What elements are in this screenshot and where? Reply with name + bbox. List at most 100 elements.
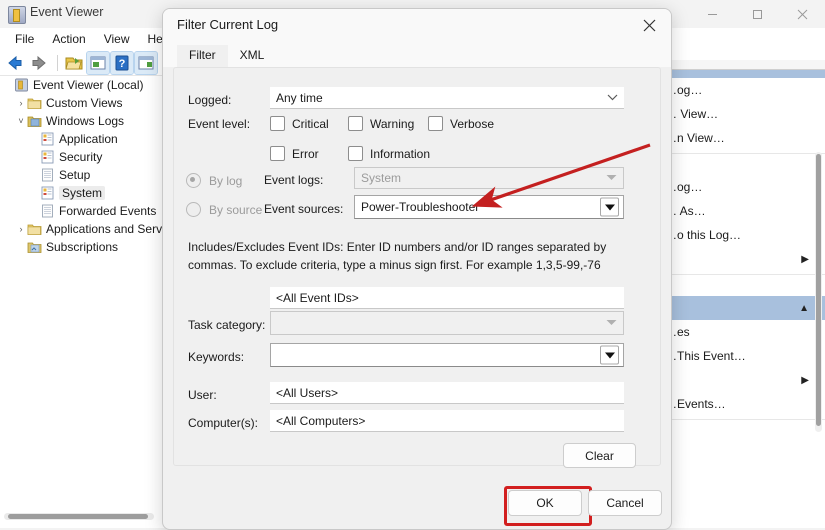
properties-icon[interactable]	[86, 50, 110, 75]
action-item[interactable]: …es	[655, 320, 825, 344]
tree-item-security[interactable]: Security	[0, 148, 168, 166]
action-gap	[655, 423, 825, 441]
tree-item-custom-views[interactable]: › Custom Views	[0, 94, 168, 112]
event-viewer-icon	[14, 78, 29, 92]
action-item[interactable]: … View…	[655, 102, 825, 126]
subscriptions-icon	[27, 240, 42, 254]
menu-item-view[interactable]: View	[95, 30, 139, 48]
action-item[interactable]: …og…	[655, 78, 825, 102]
event-viewer-window: Event Viewer File Action View Help ? Eve…	[0, 0, 825, 530]
checkbox-box	[348, 146, 363, 161]
event-ids-input[interactable]: <All Event IDs>	[270, 287, 624, 309]
task-category-combobox[interactable]	[270, 311, 624, 335]
checkbox-information[interactable]: Information	[348, 146, 430, 161]
dialog-tabs[interactable]: Filter XML	[163, 41, 671, 67]
console-tree[interactable]: Event Viewer (Local) › Custom Views ˅ Window…	[0, 76, 169, 528]
event-viewer-icon	[8, 6, 26, 24]
log-icon	[40, 186, 55, 200]
radio-by-log[interactable]: By log	[186, 173, 242, 188]
radio-by-source[interactable]: By source	[186, 202, 262, 217]
window-controls	[690, 0, 825, 28]
actions-pane[interactable]: …og…… View… …n View… …og…… As… …o this Log……	[654, 60, 825, 528]
checkbox-box	[428, 116, 443, 131]
computers-input[interactable]: <All Computers>	[270, 410, 624, 432]
radio-label: By source	[209, 202, 263, 217]
chevron-down-icon	[606, 173, 617, 183]
tree-item-label: Event Viewer (Local)	[33, 78, 144, 92]
help-icon[interactable]: ?	[110, 50, 134, 75]
checkbox-error[interactable]: Error	[270, 146, 319, 161]
filter-current-log-dialog: Filter Current Log Filter XML Logged: Any…	[162, 8, 672, 530]
close-icon[interactable]	[627, 9, 671, 41]
action-item[interactable]: ▲	[655, 296, 825, 320]
tree-item-application[interactable]: Application	[0, 130, 168, 148]
checkbox-box	[270, 146, 285, 161]
chevron-down-icon[interactable]: ˅	[15, 116, 27, 126]
open-folder-icon[interactable]	[63, 52, 85, 74]
plain-log-icon	[40, 168, 55, 182]
checkbox-warning[interactable]: Warning	[348, 116, 414, 131]
tree-item-label: Subscriptions	[46, 240, 119, 254]
tab-filter[interactable]: Filter	[177, 45, 228, 67]
logged-combobox[interactable]: Any time	[270, 87, 624, 109]
clear-button[interactable]: Clear	[563, 443, 636, 468]
checkbox-verbose[interactable]: Verbose	[428, 116, 494, 131]
action-item[interactable]: …This Event…	[655, 344, 825, 368]
task-category-label: Task category:	[188, 318, 266, 332]
menu-item-action[interactable]: Action	[43, 30, 94, 48]
tab-xml[interactable]: XML	[228, 45, 277, 67]
checkbox-critical[interactable]: Critical	[270, 116, 329, 131]
submenu-arrow-icon: ▶	[801, 375, 809, 386]
action-item-label: …This Event…	[665, 349, 746, 363]
radio-dot	[186, 202, 201, 217]
dropdown-arrow-icon[interactable]	[600, 197, 619, 217]
keywords-combobox[interactable]	[270, 343, 624, 367]
maximize-button[interactable]	[735, 0, 780, 28]
action-item-label: …o this Log…	[665, 228, 742, 242]
keywords-label: Keywords:	[188, 350, 245, 364]
radio-dot	[186, 173, 201, 188]
action-item[interactable]: …Events…	[655, 392, 825, 416]
actions-pane-scrollbar[interactable]	[815, 152, 822, 432]
tree-item-system[interactable]: System	[0, 184, 168, 202]
collapse-arrow-icon[interactable]: ▲	[799, 303, 809, 314]
chevron-down-icon	[606, 318, 617, 328]
window-title: Event Viewer	[30, 5, 104, 19]
chevron-right-icon[interactable]: ›	[15, 224, 27, 234]
chevron-right-icon[interactable]: ›	[15, 98, 27, 108]
tree-item-subscriptions[interactable]: Subscriptions	[0, 238, 168, 256]
forward-icon[interactable]	[28, 52, 50, 74]
close-button[interactable]	[780, 0, 825, 28]
tree-item-label: Forwarded Events	[59, 204, 157, 218]
tree-item-windows-logs[interactable]: ˅ Windows Logs	[0, 112, 168, 130]
cancel-button[interactable]: Cancel	[588, 490, 662, 516]
action-item[interactable]: ▶	[655, 368, 825, 392]
tree-item-event-viewer-local[interactable]: Event Viewer (Local)	[0, 76, 168, 94]
action-item[interactable]: …o this Log…	[655, 223, 825, 247]
back-icon[interactable]	[4, 52, 26, 74]
checkbox-label: Critical	[292, 116, 329, 131]
tree-horizontal-scrollbar[interactable]	[4, 513, 154, 520]
checkbox-label: Verbose	[450, 116, 495, 131]
user-input[interactable]: <All Users>	[270, 382, 624, 404]
action-item-label: … View…	[665, 107, 719, 121]
menu-item-file[interactable]: File	[6, 30, 43, 48]
action-item[interactable]: ▶	[655, 247, 825, 271]
event-logs-label: Event logs:	[264, 173, 324, 187]
logged-label: Logged:	[188, 93, 232, 107]
tree-item-applications-and-services[interactable]: › Applications and Services	[0, 220, 169, 238]
action-item[interactable]: …n View…	[655, 126, 825, 150]
tree-item-label: Application	[59, 132, 118, 146]
show-action-pane-icon[interactable]	[134, 50, 158, 75]
minimize-button[interactable]	[690, 0, 735, 28]
tree-item-label: Security	[59, 150, 103, 164]
tree-item-label: Applications and Services	[46, 222, 168, 236]
event-sources-combobox[interactable]: Power-Troubleshooter	[354, 195, 624, 219]
tree-item-setup[interactable]: Setup	[0, 166, 168, 184]
event-logs-combobox[interactable]: System	[354, 167, 624, 189]
action-item[interactable]: …og…	[655, 175, 825, 199]
tree-item-forwarded-events[interactable]: Forwarded Events	[0, 202, 168, 220]
action-item[interactable]: … As…	[655, 199, 825, 223]
dropdown-arrow-icon[interactable]	[600, 345, 619, 365]
checkbox-box	[270, 116, 285, 131]
